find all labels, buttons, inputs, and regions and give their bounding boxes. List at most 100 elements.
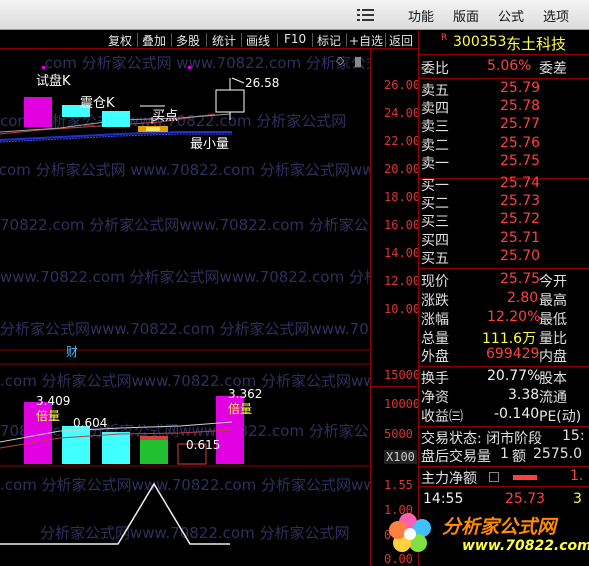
ask-label: 卖二 — [421, 138, 449, 154]
title-bar: 功能 版面 公式 选项 — [0, 0, 589, 30]
svg-text:.com 分析家公式网 www.70822.com 分析家公: .com 分析家公式网 www.70822.com 分析家公式网 — [40, 54, 370, 72]
toolbar-multi-stock[interactable]: 多股 — [176, 32, 200, 49]
bid-label: 买四 — [421, 233, 449, 249]
pct-value: 12.20% — [487, 309, 541, 325]
svg-text:分析家公式网www.70822.com 分析家公式网: 分析家公式网www.70822.com 分析家公式网 — [40, 524, 350, 542]
toolbar-overlay[interactable]: 叠加 — [142, 32, 166, 49]
toolbar-mark[interactable]: 标记 — [317, 32, 341, 49]
capital-flow-toggle-icon[interactable] — [489, 472, 499, 482]
ask-price: 25.79 — [500, 80, 541, 96]
ratio-label: 委比 — [421, 61, 449, 77]
axis-tick: 1.55 — [384, 478, 413, 492]
pe-label: PE(动) — [539, 409, 582, 425]
axis-tick: 10.00 — [384, 302, 421, 316]
axis-tick: 16.00 — [384, 218, 421, 232]
change-label: 涨跌 — [421, 293, 449, 309]
stock-name[interactable]: 东土科技 — [506, 33, 566, 54]
ask-label: 卖三 — [421, 119, 449, 135]
label-shake-k: 震仓K — [80, 96, 115, 111]
nav-label: 净资 — [421, 390, 449, 406]
stock-flag: R — [441, 33, 448, 43]
svg-text:◇: ◇ — [336, 54, 345, 67]
logo-url-text: www.70822.com — [462, 538, 589, 554]
change-value: 2.80 — [507, 290, 539, 306]
finance-marker[interactable]: 财 — [66, 343, 78, 360]
volume-label: 总量 — [421, 331, 449, 347]
ask-label: 卖四 — [421, 101, 449, 117]
menu-icon[interactable] — [357, 7, 377, 23]
outer-value: 699429 — [486, 346, 540, 362]
axis-tick: 14.00 — [384, 246, 421, 260]
tick-price: 25.73 — [505, 491, 546, 507]
axis-tick: 12.00 — [384, 274, 421, 288]
bid-price: 25.74 — [500, 175, 541, 191]
bid-label: 买一 — [421, 178, 449, 194]
svg-text:.com 分析家公式网 www.70822.com 分析家公: .com 分析家公式网 www.70822.com 分析家公式网www — [0, 161, 370, 179]
turnover-label: 换手 — [421, 371, 449, 387]
toolbar-f10[interactable]: F10 — [284, 32, 306, 46]
ratio-value: 5.06% — [487, 58, 532, 74]
bid-price: 25.72 — [500, 211, 541, 227]
trade-time-partial: 15: — [562, 428, 585, 444]
label-buy-point: 买点 — [152, 109, 179, 124]
bid-price: 25.70 — [500, 248, 541, 264]
float-label: 流通 — [539, 390, 567, 406]
label-vol-2: 0.604 — [73, 416, 108, 430]
after-hours-count: 1 — [500, 446, 509, 462]
ask-price: 25.75 — [500, 153, 541, 169]
nav-value: 3.38 — [508, 387, 540, 403]
eps-value: -0.140 — [494, 406, 540, 422]
menu-layout[interactable]: 版面 — [453, 6, 479, 25]
vol-bar-2 — [62, 426, 90, 464]
axis-tick: 26.00 — [384, 78, 421, 92]
try-k-candle — [24, 97, 52, 127]
ask-price: 25.77 — [500, 116, 541, 132]
trade-state: 交易状态: 闭市阶段 — [421, 431, 543, 447]
toolbar-statistics[interactable]: 统计 — [212, 32, 236, 49]
pct-label: 涨幅 — [421, 312, 449, 328]
toolbar-draw-line[interactable]: 画线 — [246, 32, 270, 49]
label-vol-3: 0.615 — [186, 438, 221, 452]
outer-label: 外盘 — [421, 349, 449, 365]
menu-options[interactable]: 选项 — [543, 6, 569, 25]
toolbar-restore-rights[interactable]: 复权 — [108, 32, 132, 49]
flower-logo-icon — [389, 513, 431, 552]
toolbar-add-watchlist[interactable]: +自选 — [349, 32, 383, 49]
svg-text:www.70822.com 分析家公式网www.70822.: www.70822.com 分析家公式网www.70822.com 分析家公式网 — [0, 268, 370, 286]
svg-text:.com 分析家公式网www.70822.com 分析家公式: .com 分析家公式网www.70822.com 分析家公式网www.70822 — [0, 372, 370, 390]
toolbar-back[interactable]: 返回 — [389, 32, 413, 49]
bid-label: 买五 — [421, 251, 449, 267]
bid-price: 25.71 — [500, 230, 541, 246]
label-high-price: 26.58 — [245, 76, 280, 90]
stock-code[interactable]: 300353 — [453, 34, 506, 50]
candle-3 — [102, 111, 130, 127]
axis-tick: 10000 — [384, 397, 421, 411]
svg-text:70822.com 分析家公式网www.70822.com: 70822.com 分析家公式网www.70822.com 分析家公式网 — [0, 422, 370, 440]
menu-formula[interactable]: 公式 — [498, 6, 524, 25]
label-vol-1: 3.409 — [36, 394, 71, 408]
ask-price: 25.76 — [500, 135, 541, 151]
high-label: 最高 — [539, 293, 567, 309]
tick-time: 14:55 — [423, 491, 464, 507]
svg-text:70822.com 分析家公式网www.70822.com: 70822.com 分析家公式网www.70822.com 分析家公式网 — [0, 216, 370, 234]
axis-tick: 18.00 — [384, 190, 421, 204]
kline-chart-area[interactable]: .com 分析家公式网 www.70822.com 分析家公式网 com 分析家… — [0, 50, 370, 566]
label-double-vol-1: 倍量 — [36, 409, 61, 423]
equity-label: 股本 — [539, 371, 567, 387]
ask-label: 卖五 — [421, 83, 449, 99]
volratio-label: 量比 — [539, 331, 567, 347]
capital-flow-bar — [513, 475, 537, 480]
price-value: 25.75 — [500, 271, 541, 287]
label-vol-4: 3.362 — [228, 387, 263, 401]
bid-label: 买三 — [421, 214, 449, 230]
inner-label: 内盘 — [539, 349, 567, 365]
axis-tick: 20.00 — [384, 162, 421, 176]
last-candle — [215, 89, 245, 113]
volume-value: 111.6万 — [482, 331, 537, 347]
label-try-k: 试盘K — [36, 74, 71, 89]
menu-function[interactable]: 功能 — [408, 6, 434, 25]
vol-bar-3 — [102, 432, 130, 464]
axis-tick: 5000 — [384, 427, 413, 441]
label-min-volume: 最小量 — [190, 137, 230, 152]
after-amount-value: 2575.0 — [533, 446, 582, 462]
